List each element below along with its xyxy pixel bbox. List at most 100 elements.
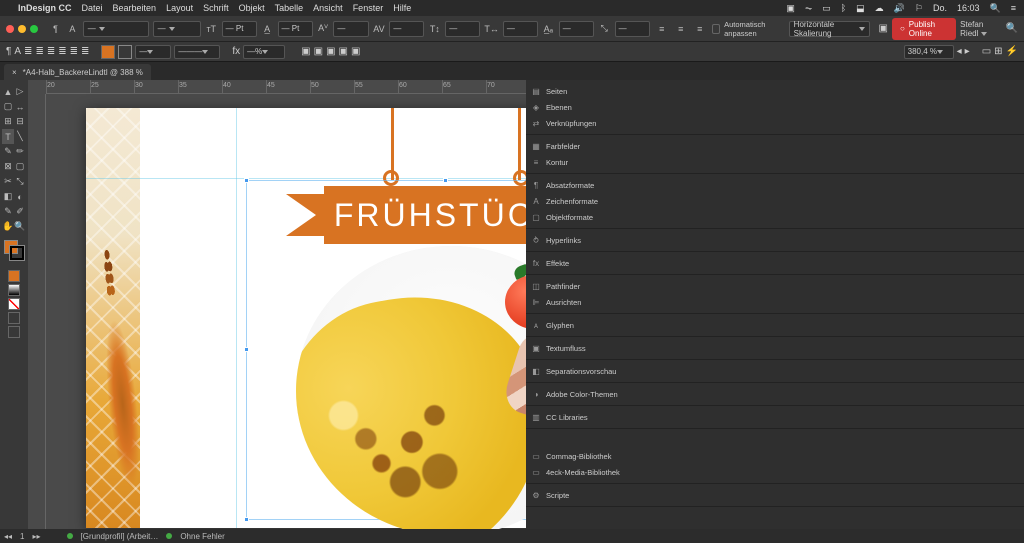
hand-tool-icon[interactable]: ✋ bbox=[2, 219, 14, 234]
panel-textumfluss[interactable]: ▣Textumfluss bbox=[526, 340, 1024, 356]
fx-icon[interactable]: fx bbox=[232, 46, 240, 57]
pen-tool-icon[interactable]: ✎ bbox=[2, 144, 14, 159]
transform-tool-icon[interactable]: ⤡ bbox=[14, 174, 26, 189]
vscale-input[interactable]: — bbox=[445, 21, 480, 37]
pa2[interactable]: ≣ bbox=[35, 46, 43, 57]
panel-hyperlinks[interactable]: ⥁Hyperlinks bbox=[526, 232, 1024, 248]
panel-absatzformate[interactable]: ¶Absatzformate bbox=[526, 177, 1024, 193]
align-group-icon[interactable]: ¶ bbox=[6, 46, 11, 57]
panel-zeichenformate[interactable]: AZeichenformate bbox=[526, 193, 1024, 209]
page-nav-field[interactable]: 1 bbox=[20, 532, 24, 541]
pa5[interactable]: ≣ bbox=[70, 46, 78, 57]
zoom-tool-icon[interactable]: 🔍 bbox=[14, 219, 26, 234]
tray-notifications-icon[interactable]: ≡ bbox=[1011, 3, 1016, 13]
fitting-dropdown[interactable]: Horizontale Skalierung bbox=[789, 21, 871, 37]
menu-schrift[interactable]: Schrift bbox=[203, 3, 229, 13]
pa4[interactable]: ≣ bbox=[58, 46, 66, 57]
paragraph-mode-icon[interactable]: ¶ bbox=[49, 21, 62, 37]
workspace-icon[interactable]: ▣ bbox=[878, 23, 887, 34]
fill-swatch[interactable] bbox=[101, 45, 115, 59]
leading-input[interactable]: — Pt bbox=[278, 21, 313, 37]
window-traffic-lights[interactable] bbox=[6, 25, 38, 33]
baseline-input[interactable]: — bbox=[559, 21, 594, 37]
screen-mode-icon[interactable]: ▭ bbox=[982, 46, 991, 57]
tray-display-icon[interactable]: ▭ bbox=[822, 3, 831, 14]
stroke-style[interactable]: ——— bbox=[174, 45, 220, 59]
skew-input[interactable]: — bbox=[615, 21, 650, 37]
ruler-horizontal[interactable]: 2025303540455055606570758085909510010511… bbox=[46, 80, 526, 94]
apply-none-icon[interactable] bbox=[8, 298, 20, 310]
search-icon[interactable]: 🔍 bbox=[1006, 23, 1018, 34]
panel-ausrichten[interactable]: ⊫Ausrichten bbox=[526, 294, 1024, 310]
panel-glyphen[interactable]: ᴀGlyphen bbox=[526, 317, 1024, 333]
guide-v1[interactable] bbox=[236, 108, 237, 528]
gap-tool-icon[interactable]: ↔ bbox=[14, 99, 26, 114]
view-mode-normal-icon[interactable] bbox=[8, 312, 20, 324]
pa3[interactable]: ≣ bbox=[47, 46, 55, 57]
arrange-icon[interactable]: ⊞ bbox=[994, 46, 1002, 57]
menu-hilfe[interactable]: Hilfe bbox=[393, 3, 411, 13]
panel-effekte[interactable]: fxEffekte bbox=[526, 255, 1024, 271]
note-tool-icon[interactable]: ✎ bbox=[2, 204, 14, 219]
hscale-input[interactable]: — bbox=[503, 21, 538, 37]
textwrap5-icon[interactable]: ▣ bbox=[351, 46, 360, 57]
status-profile[interactable]: [Grundprofil] (Arbeit… bbox=[81, 532, 159, 541]
panel-farbfelder[interactable]: ▦Farbfelder bbox=[526, 138, 1024, 154]
panel-pathfinder[interactable]: ◫Pathfinder bbox=[526, 278, 1024, 294]
autofit-check[interactable] bbox=[712, 24, 720, 34]
user-menu[interactable]: Stefan Riedl bbox=[960, 20, 1001, 38]
menu-ansicht[interactable]: Ansicht bbox=[313, 3, 343, 13]
tracking-input[interactable]: — bbox=[389, 21, 424, 37]
panel-4eck-bib[interactable]: ▭4eck-Media-Bibliothek bbox=[526, 464, 1024, 480]
kerning-input[interactable]: — bbox=[333, 21, 368, 37]
food-image[interactable] bbox=[296, 246, 526, 529]
textwrap1-icon[interactable]: ▣ bbox=[301, 46, 310, 57]
gpu-icon[interactable]: ⚡ bbox=[1006, 46, 1018, 57]
char-mode-icon[interactable]: A bbox=[66, 21, 79, 37]
tray-camera-icon[interactable]: ▣ bbox=[786, 3, 795, 14]
stroke-weight[interactable]: — bbox=[135, 45, 171, 59]
panel-color-themen[interactable]: ◑Adobe Color-Themen bbox=[526, 386, 1024, 402]
fill-stroke[interactable] bbox=[2, 240, 26, 264]
selection-tool-icon[interactable]: ▲ bbox=[2, 84, 14, 99]
panel-seiten[interactable]: ▤Seiten bbox=[526, 83, 1024, 99]
menu-fenster[interactable]: Fenster bbox=[353, 3, 384, 13]
view-mode-preview-icon[interactable] bbox=[8, 326, 20, 338]
apply-gradient-icon[interactable] bbox=[8, 284, 20, 296]
line-tool-icon[interactable]: ╲ bbox=[14, 129, 26, 144]
panel-separationsvorschau[interactable]: ◧Separationsvorschau bbox=[526, 363, 1024, 379]
type-tool-icon[interactable]: T bbox=[2, 129, 14, 144]
scissors-tool-icon[interactable]: ✂ bbox=[2, 174, 14, 189]
rect-tool-icon[interactable]: ▢ bbox=[14, 159, 26, 174]
page-nav-next-icon[interactable]: ▸▸ bbox=[32, 532, 40, 541]
menu-tabelle[interactable]: Tabelle bbox=[275, 3, 304, 13]
view-next-icon[interactable]: ▸ bbox=[965, 46, 970, 57]
tray-volume-icon[interactable]: 🔊 bbox=[894, 3, 905, 14]
menu-objekt[interactable]: Objekt bbox=[239, 3, 265, 13]
align-center-icon[interactable]: ≡ bbox=[673, 21, 689, 37]
font-size-input[interactable]: — Pt bbox=[222, 21, 257, 37]
rect-frame-tool-icon[interactable]: ⊠ bbox=[2, 159, 14, 174]
font-style-dropdown[interactable]: — bbox=[153, 21, 201, 37]
page-tool-icon[interactable]: ▢ bbox=[2, 99, 14, 114]
panel-ebenen[interactable]: ◈Ebenen bbox=[526, 99, 1024, 115]
content-placer-icon[interactable]: ⊟ bbox=[14, 114, 26, 129]
gradient-swatch-icon[interactable]: ◧ bbox=[2, 189, 14, 204]
canvas[interactable]: 2025303540455055606570758085909510010511… bbox=[28, 80, 526, 529]
zoom-dropdown[interactable]: 380,4 % bbox=[904, 45, 954, 59]
tray-wifi-icon[interactable]: ⏦ bbox=[805, 3, 812, 14]
content-collector-icon[interactable]: ⊞ bbox=[2, 114, 14, 129]
publish-online-button[interactable]: ○ Publish Online bbox=[892, 18, 956, 40]
ruler-vertical[interactable] bbox=[28, 94, 46, 529]
eyedropper-tool-icon[interactable]: ✐ bbox=[14, 204, 26, 219]
pa1[interactable]: ≣ bbox=[24, 46, 32, 57]
document-page[interactable]: Frühstück # bbox=[86, 108, 526, 528]
panel-verknuepfungen[interactable]: ⇄Verknüpfungen bbox=[526, 115, 1024, 131]
tray-dropbox-icon[interactable]: ⬓ bbox=[856, 3, 865, 14]
panel-scripte[interactable]: ⚙Scripte bbox=[526, 487, 1024, 503]
panel-commag-bib[interactable]: ▭Commag-Bibliothek bbox=[526, 448, 1024, 464]
direct-select-tool-icon[interactable]: ▷ bbox=[14, 84, 26, 99]
tray-cloud-icon[interactable]: ☁ bbox=[875, 3, 884, 14]
stroke-swatch[interactable] bbox=[118, 45, 132, 59]
apply-color-icon[interactable] bbox=[8, 270, 20, 282]
